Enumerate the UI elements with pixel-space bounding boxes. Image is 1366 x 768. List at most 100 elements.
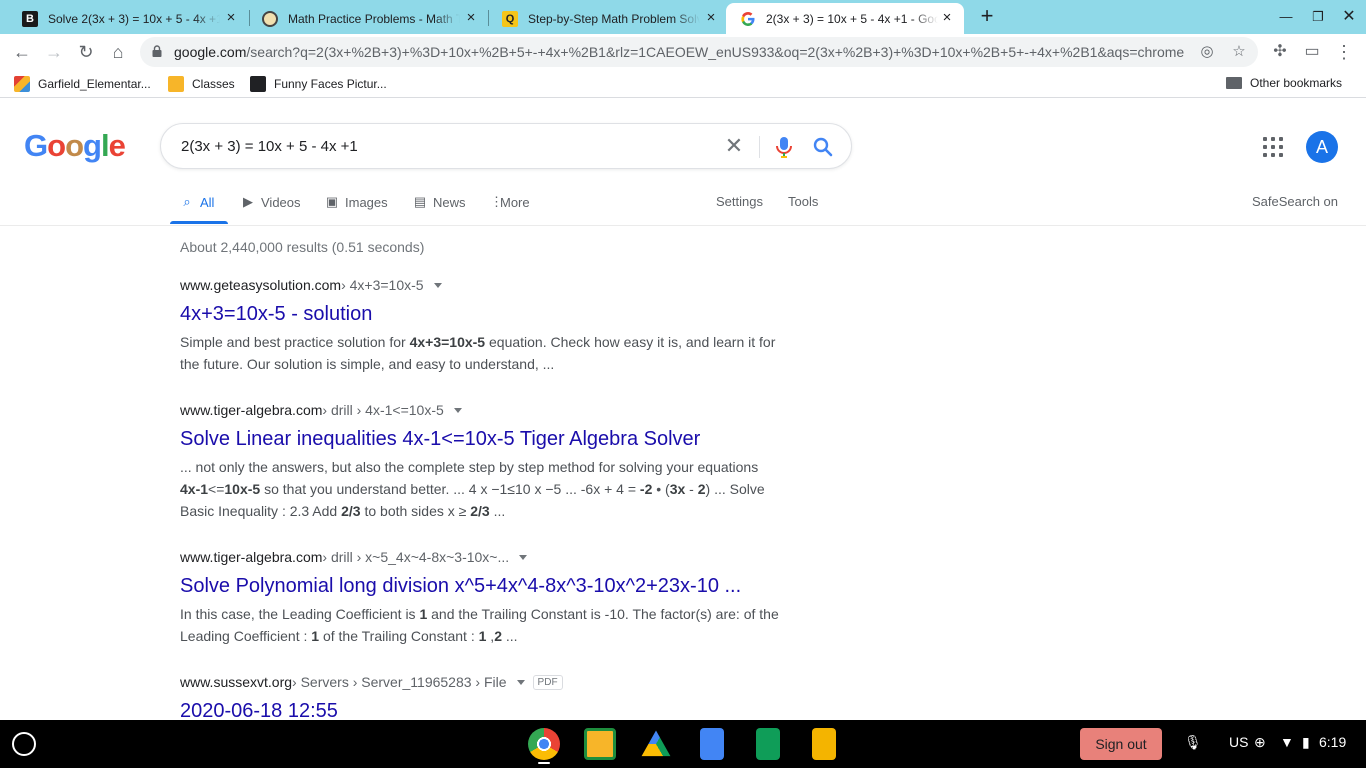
os-shelf: Sign out 🎙 US ⊕ ▼ ▮ 6:19 — [0, 720, 1366, 768]
browser-tab-1[interactable]: B Solve 2(3x + 3) = 10x + 5 - 4x +1 × — [8, 3, 248, 34]
active-tab-indicator — [170, 221, 228, 224]
pdf-badge: PDF — [532, 674, 563, 690]
result-snippet: In this case, the Leading Coefficient is… — [180, 603, 780, 647]
location-icon[interactable]: ◎ — [1198, 43, 1216, 61]
result-url[interactable]: www.tiger-algebra.com › drill › 4x-1<=10… — [180, 402, 780, 418]
drive-icon[interactable] — [641, 730, 671, 757]
launcher-icon[interactable] — [12, 732, 36, 756]
result-url[interactable]: www.tiger-algebra.com › drill › x~5_4x~4… — [180, 549, 780, 565]
search-icon[interactable] — [811, 135, 835, 159]
caret-down-icon[interactable] — [453, 407, 462, 413]
star-icon[interactable]: ☆ — [1230, 43, 1248, 61]
battery-icon[interactable]: ▮ — [1302, 734, 1310, 751]
classroom-icon — [168, 76, 184, 92]
tab-more[interactable]: ⋮ More — [490, 194, 530, 210]
google-icon — [740, 10, 756, 27]
tab-label: Images — [345, 194, 388, 210]
extensions-icon[interactable]: ✣ — [1270, 42, 1290, 62]
mathway-icon — [262, 10, 278, 27]
account-avatar[interactable]: A — [1306, 131, 1338, 163]
tab-videos[interactable]: ▶ Videos — [241, 194, 301, 210]
image-icon: ▣ — [325, 194, 339, 209]
result-title[interactable]: Solve Linear inequalities 4x-1<=10x-5 Ti… — [180, 426, 780, 452]
browser-toolbar: ← → ↻ ⌂ google.com/search?q=2(3x+%2B+3)+… — [0, 34, 1366, 70]
tab-strip: B Solve 2(3x + 3) = 10x + 5 - 4x +1 × Ma… — [0, 0, 1366, 34]
address-bar[interactable]: google.com/search?q=2(3x+%2B+3)+%3D+10x+… — [140, 37, 1258, 67]
microphone-icon[interactable] — [773, 135, 795, 159]
result-site: www.tiger-algebra.com — [180, 549, 323, 565]
settings-link[interactable]: Settings — [716, 194, 763, 209]
tab-images[interactable]: ▣ Images — [325, 194, 388, 210]
tab-label: Videos — [261, 194, 301, 210]
reload-icon[interactable]: ↻ — [74, 40, 98, 64]
search-box[interactable]: 2(3x + 3) = 10x + 5 - 4x +1 ✕ — [160, 123, 852, 169]
browser-tab-4-active[interactable]: 2(3x + 3) = 10x + 5 - 4x +1 - Goog × — [726, 3, 964, 34]
bookmark-label: Garfield_Elementar... — [38, 77, 151, 91]
bookmark-funny-faces[interactable]: Funny Faces Pictur... — [250, 76, 387, 92]
sign-out-button[interactable]: Sign out — [1080, 728, 1162, 760]
tools-link[interactable]: Tools — [788, 194, 818, 209]
back-icon[interactable]: ← — [10, 40, 34, 64]
google-apps-icon[interactable] — [1263, 137, 1283, 157]
menu-icon[interactable]: ⋮ — [1334, 42, 1354, 62]
google-logo[interactable]: Google — [24, 128, 126, 164]
snippet-highlight: 4x+3=10x-5 — [409, 334, 486, 350]
tab-label: News — [433, 194, 466, 210]
browser-tab-2[interactable]: Math Practice Problems - Math T × — [248, 3, 488, 34]
snippet-highlight: 1 — [311, 628, 320, 644]
search-result: www.tiger-algebra.com › drill › x~5_4x~4… — [180, 549, 780, 647]
safesearch-status[interactable]: SafeSearch on — [1252, 194, 1338, 209]
search-nav: ⌕ All ▶ Videos ▣ Images ▤ News ⋮ More Setting… — [0, 186, 1366, 226]
snippet-text: Simple and best practice solution for — [180, 334, 410, 350]
result-stats: About 2,440,000 results (0.51 seconds) — [180, 239, 425, 255]
clock[interactable]: 6:19 — [1319, 734, 1346, 750]
caret-down-icon[interactable] — [433, 282, 442, 288]
close-tab-icon[interactable]: × — [464, 10, 478, 25]
caret-down-icon[interactable] — [519, 554, 528, 560]
result-site: www.geteasysolution.com — [180, 277, 342, 293]
tab-title: 2(3x + 3) = 10x + 5 - 4x +1 - Goog — [766, 11, 938, 26]
new-tab-icon[interactable]: + — [976, 5, 998, 27]
school-icon — [14, 76, 30, 92]
close-tab-icon[interactable]: × — [704, 10, 718, 25]
slides-icon[interactable] — [812, 728, 836, 760]
snippet-text: • ( — [652, 481, 670, 497]
classroom-icon[interactable] — [584, 728, 616, 760]
brainly-icon: B — [22, 10, 38, 27]
cast-icon[interactable]: ▭ — [1302, 42, 1322, 62]
snippet-text: <= — [208, 481, 225, 497]
chrome-icon[interactable] — [528, 728, 560, 760]
bookmark-garfield[interactable]: Garfield_Elementar... — [14, 76, 151, 92]
search-result: www.sussexvt.org › Servers › Server_1196… — [180, 674, 780, 724]
result-snippet: ... not only the answers, but also the c… — [180, 456, 780, 522]
clear-search-icon[interactable]: ✕ — [723, 135, 745, 157]
microphone-icon[interactable]: 🎙 — [1184, 734, 1202, 751]
caret-down-icon[interactable] — [516, 679, 525, 685]
result-url[interactable]: www.geteasysolution.com › 4x+3=10x-5 — [180, 277, 780, 293]
forward-icon[interactable]: → — [42, 40, 66, 64]
search-query[interactable]: 2(3x + 3) = 10x + 5 - 4x +1 — [181, 138, 358, 155]
sheets-icon[interactable] — [756, 728, 780, 760]
bookmark-classes[interactable]: Classes — [168, 76, 235, 92]
other-bookmarks[interactable]: Other bookmarks — [1226, 76, 1342, 90]
lock-icon — [152, 45, 162, 57]
locale-indicator[interactable]: US — [1229, 734, 1248, 750]
close-tab-icon[interactable]: × — [224, 10, 238, 25]
result-title[interactable]: Solve Polynomial long division x^5+4x^4-… — [180, 573, 780, 599]
close-tab-icon[interactable]: × — [940, 10, 954, 25]
wifi-icon[interactable]: ▼ — [1280, 734, 1294, 750]
browser-tab-3[interactable]: Q Step-by-Step Math Problem Solv × — [488, 3, 728, 34]
docs-icon[interactable] — [700, 728, 724, 760]
add-circle-icon[interactable]: ⊕ — [1254, 734, 1266, 751]
tab-all[interactable]: ⌕ All — [180, 194, 214, 210]
result-url[interactable]: www.sussexvt.org › Servers › Server_1196… — [180, 674, 780, 690]
restore-icon[interactable]: ❐ — [1309, 8, 1327, 26]
funny-faces-icon — [250, 76, 266, 92]
tab-news[interactable]: ▤ News — [413, 194, 466, 210]
snippet-highlight: 4x-1 — [180, 481, 209, 497]
close-window-icon[interactable]: ✕ — [1340, 8, 1358, 26]
result-title[interactable]: 4x+3=10x-5 - solution — [180, 301, 780, 327]
home-icon[interactable]: ⌂ — [106, 40, 130, 64]
minimize-icon[interactable]: — — [1277, 8, 1295, 26]
search-divider — [759, 136, 760, 158]
